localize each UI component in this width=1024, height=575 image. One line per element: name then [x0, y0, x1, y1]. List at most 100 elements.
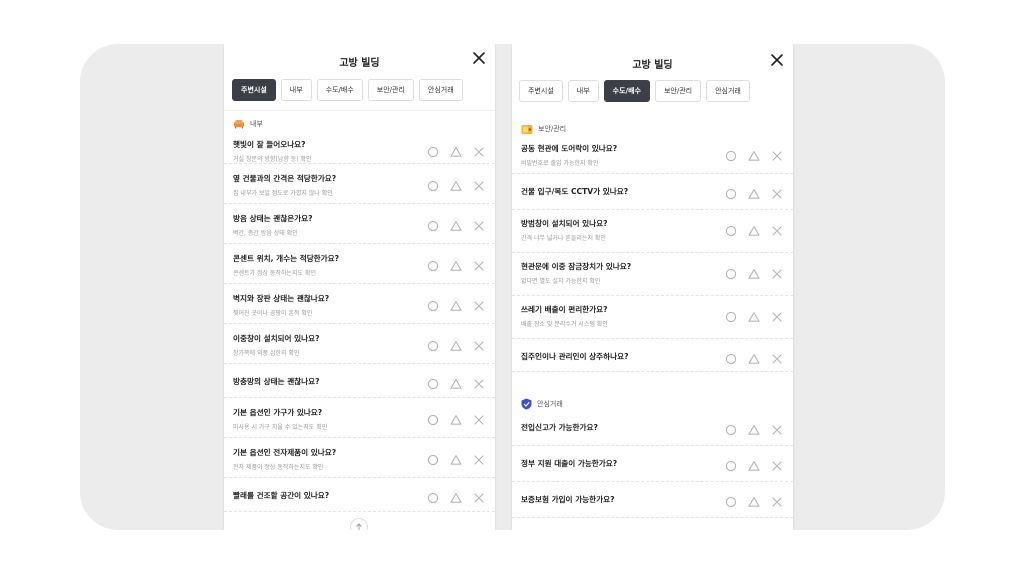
triangle-option-icon[interactable] — [748, 185, 760, 199]
triangle-option-icon[interactable] — [748, 308, 760, 322]
circle-option-icon[interactable] — [427, 337, 439, 352]
x-option-icon[interactable] — [771, 350, 783, 364]
question-title: 집주인이나 관리인이 상주하나요? — [521, 352, 629, 361]
triangle-option-icon[interactable] — [450, 375, 462, 389]
circle-option-icon[interactable] — [427, 451, 439, 466]
question-title: 방충망의 상태는 괜찮나요? — [233, 377, 320, 386]
x-option-icon[interactable] — [473, 143, 485, 157]
x-option-icon[interactable] — [771, 308, 783, 322]
triangle-option-icon[interactable] — [748, 222, 760, 236]
x-option-icon[interactable] — [473, 257, 485, 271]
close-icon[interactable] — [472, 51, 486, 65]
list-item: 쓰레기 배출이 편리한가요? 배출 장소 및 분리수거 시스템 확인 — [512, 296, 793, 339]
triangle-option-icon[interactable] — [748, 493, 760, 507]
question-list: 공동 현관에 도어락이 있나요? 비밀번호로 출입 가능한지 확인 건물 입구/복도… — [512, 135, 793, 372]
answer-options — [725, 308, 783, 323]
question-hint: 찢어진 곳이나 곰팡이 흔적 확인 — [233, 310, 313, 317]
x-option-icon[interactable] — [473, 411, 485, 425]
circle-option-icon[interactable] — [427, 177, 439, 192]
triangle-option-icon[interactable] — [748, 457, 760, 471]
triangle-option-icon[interactable] — [450, 297, 462, 311]
triangle-option-icon[interactable] — [450, 411, 462, 425]
tab-security[interactable]: 보안/관리 — [654, 80, 702, 102]
tab-safe-deal[interactable]: 안심거래 — [418, 79, 463, 101]
scroll-top-button[interactable] — [350, 518, 368, 530]
tab-security[interactable]: 보안/관리 — [367, 79, 414, 101]
circle-option-icon[interactable] — [427, 297, 439, 312]
tab-interior[interactable]: 내부 — [280, 79, 312, 101]
sofa-icon — [234, 120, 244, 129]
circle-option-icon[interactable] — [427, 257, 439, 272]
question-title: 방범창이 설치되어 있나요? — [521, 219, 608, 228]
x-option-icon[interactable] — [473, 489, 485, 503]
checklist-panel-right: 고방 빌딩 주변시설 내부 수도/배수 보안/관리 안심거래 보안/관리 공동 … — [512, 44, 793, 530]
tab-safe-deal[interactable]: 안심거래 — [706, 80, 750, 102]
circle-option-icon[interactable] — [725, 350, 737, 365]
x-option-icon[interactable] — [473, 297, 485, 311]
category-tabs: 주변시설 내부 수도/배수 보안/관리 안심거래 — [512, 76, 793, 106]
answer-options — [427, 143, 485, 158]
circle-option-icon[interactable] — [427, 217, 439, 232]
x-option-icon[interactable] — [771, 147, 783, 161]
safe-icon — [521, 124, 533, 134]
x-option-icon[interactable] — [771, 421, 783, 435]
circle-option-icon[interactable] — [725, 265, 737, 280]
circle-option-icon[interactable] — [725, 308, 737, 323]
tab-surroundings[interactable]: 주변시설 — [232, 79, 276, 101]
question-text: 기본 옵션인 가구가 있나요? 미사용 시 가구 치울 수 있는지도 확인 — [233, 407, 327, 431]
triangle-option-icon[interactable] — [450, 217, 462, 231]
list-item: 현관문에 이중 잠금장치가 있나요? 없다면 별도 설치 가능한지 확인 — [512, 253, 793, 296]
x-option-icon[interactable] — [771, 222, 783, 236]
question-title: 현관문에 이중 잠금장치가 있나요? — [521, 262, 632, 271]
circle-option-icon[interactable] — [725, 185, 737, 200]
x-option-icon[interactable] — [473, 177, 485, 191]
triangle-option-icon[interactable] — [748, 421, 760, 435]
list-item: 전입신고가 가능한가요? — [512, 410, 793, 446]
triangle-option-icon[interactable] — [748, 147, 760, 161]
triangle-option-icon[interactable] — [450, 337, 462, 351]
circle-option-icon[interactable] — [725, 457, 737, 472]
tab-surroundings[interactable]: 주변시설 — [519, 80, 563, 102]
circle-option-icon[interactable] — [725, 493, 737, 508]
circle-option-icon[interactable] — [427, 143, 439, 158]
x-option-icon[interactable] — [771, 265, 783, 279]
question-text: 공동 현관에 도어락이 있나요? 비밀번호로 출입 가능한지 확인 — [521, 143, 617, 167]
list-item: 방음 상태는 괜찮은가요? 벽간, 층간 방음 상태 확인 — [224, 204, 495, 244]
circle-option-icon[interactable] — [427, 375, 439, 390]
triangle-option-icon[interactable] — [450, 177, 462, 191]
triangle-option-icon[interactable] — [450, 257, 462, 271]
close-icon[interactable] — [770, 53, 784, 67]
x-option-icon[interactable] — [473, 337, 485, 351]
triangle-option-icon[interactable] — [748, 265, 760, 279]
answer-options — [427, 297, 485, 312]
question-text: 집주인이나 관리인이 상주하나요? — [521, 351, 629, 362]
circle-option-icon[interactable] — [427, 489, 439, 504]
triangle-option-icon[interactable] — [450, 451, 462, 465]
question-hint: 배출 장소 및 분리수거 시스템 확인 — [521, 321, 608, 328]
circle-option-icon[interactable] — [725, 147, 737, 162]
circle-option-icon[interactable] — [427, 411, 439, 426]
triangle-option-icon[interactable] — [450, 489, 462, 503]
tab-plumbing[interactable]: 수도/배수 — [603, 80, 650, 102]
x-option-icon[interactable] — [473, 217, 485, 231]
x-option-icon[interactable] — [473, 375, 485, 389]
x-option-icon[interactable] — [771, 493, 783, 507]
x-option-icon[interactable] — [771, 457, 783, 471]
question-hint: 벽간, 층간 방음 상태 확인 — [233, 230, 298, 237]
tab-interior[interactable]: 내부 — [567, 80, 599, 102]
answer-options — [725, 185, 783, 200]
triangle-option-icon[interactable] — [450, 143, 462, 157]
question-title: 빨래를 건조할 공간이 있나요? — [233, 491, 330, 500]
tab-plumbing[interactable]: 수도/배수 — [316, 79, 363, 101]
x-option-icon[interactable] — [771, 185, 783, 199]
question-text: 벽지와 장판 상태는 괜찮나요? 찢어진 곳이나 곰팡이 흔적 확인 — [233, 293, 329, 317]
question-hint: 없다면 별도 설치 가능한지 확인 — [521, 278, 601, 285]
question-hint: 거실 창문의 방향(남향 등) 확인 — [233, 156, 312, 163]
x-option-icon[interactable] — [473, 451, 485, 465]
triangle-option-icon[interactable] — [748, 350, 760, 364]
answer-options — [427, 375, 485, 390]
answer-options — [427, 451, 485, 466]
question-text: 전입신고가 가능한가요? — [521, 422, 598, 433]
circle-option-icon[interactable] — [725, 222, 737, 237]
circle-option-icon[interactable] — [725, 421, 737, 436]
